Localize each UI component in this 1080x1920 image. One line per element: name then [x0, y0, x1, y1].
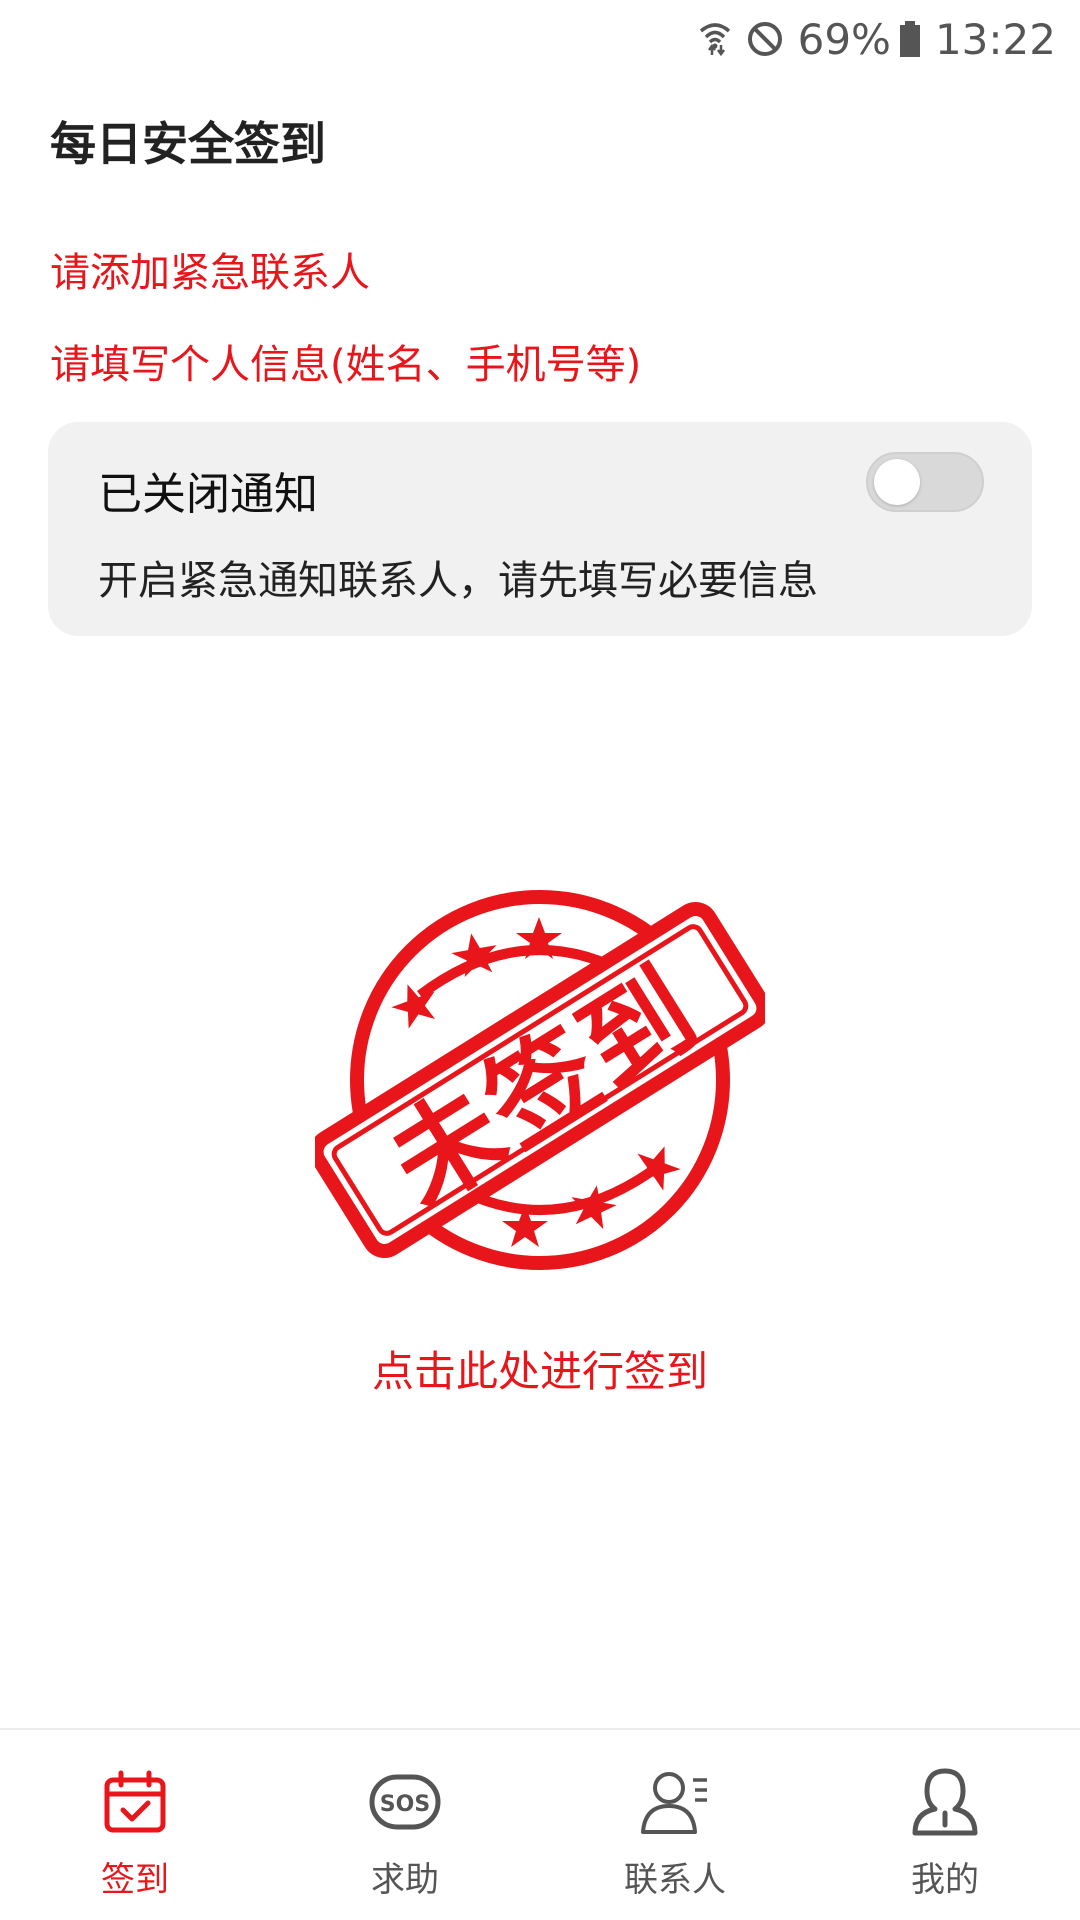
notification-status-title: 已关闭通知 — [98, 469, 318, 520]
fill-personal-info-link[interactable]: 请填写个人信息(姓名、手机号等) — [50, 332, 641, 390]
bottom-nav: 签到 SOS 求助 联系人 我的 — [0, 1728, 1080, 1920]
notification-description: 开启紧急通知联系人，请先填写必要信息 — [98, 558, 818, 604]
nav-item-profile[interactable]: 我的 — [810, 1730, 1080, 1920]
nav-label-contacts: 联系人 — [624, 1860, 726, 1900]
nav-item-checkin[interactable]: 签到 — [0, 1730, 270, 1920]
battery-icon — [899, 20, 921, 58]
nav-label-profile: 我的 — [911, 1860, 979, 1900]
status-bar: 69% 13:22 — [0, 0, 1080, 78]
not-checked-in-stamp[interactable]: 未签到 — [315, 875, 765, 1285]
profile-icon — [909, 1766, 981, 1838]
nav-item-sos[interactable]: SOS 求助 — [270, 1730, 540, 1920]
notification-card: 已关闭通知 开启紧急通知联系人，请先填写必要信息 — [48, 422, 1032, 636]
add-emergency-contact-link[interactable]: 请添加紧急联系人 — [50, 240, 370, 298]
do-not-disturb-icon — [746, 20, 784, 58]
sos-icon: SOS — [369, 1766, 441, 1838]
nav-label-checkin: 签到 — [101, 1860, 169, 1900]
contacts-icon — [639, 1766, 711, 1838]
battery-percent: 69% — [797, 14, 891, 64]
calendar-check-icon — [99, 1766, 171, 1838]
notification-toggle[interactable] — [866, 452, 984, 512]
wifi-icon — [698, 19, 732, 59]
nav-label-sos: 求助 — [371, 1860, 439, 1900]
toggle-knob — [874, 459, 920, 505]
clock: 13:22 — [934, 14, 1056, 64]
checkin-prompt-link[interactable]: 点击此处进行签到 — [0, 1338, 1080, 1399]
page-title: 每日安全签到 — [50, 117, 326, 171]
svg-text:SOS: SOS — [380, 1792, 430, 1817]
screen: 69% 13:22 每日安全签到 请添加紧急联系人 请填写个人信息(姓名、手机号… — [0, 0, 1080, 1920]
nav-item-contacts[interactable]: 联系人 — [540, 1730, 810, 1920]
